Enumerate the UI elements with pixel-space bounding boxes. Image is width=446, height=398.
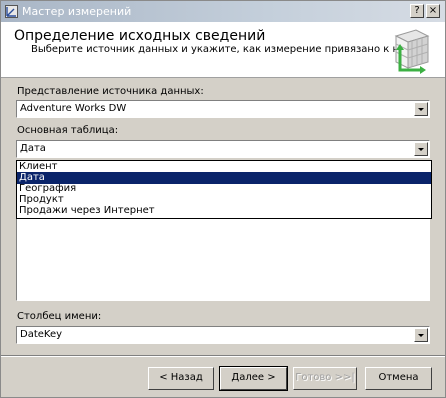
dropdown-option[interactable]: Продажи через Интернет: [17, 205, 431, 217]
data-source-label: Представление источника данных:: [17, 86, 204, 97]
main-table-combo[interactable]: Дата: [16, 140, 430, 158]
next-button[interactable]: Далее >: [219, 366, 288, 391]
window-title: Мастер измерений: [22, 5, 132, 18]
data-source-combo[interactable]: Adventure Works DW: [16, 100, 430, 118]
chevron-down-icon: [418, 148, 424, 151]
back-button[interactable]: < Назад: [148, 367, 214, 390]
dimension-wizard-window: Мастер измерений ? × Определение исходны…: [0, 0, 446, 398]
page-subtitle: Выберите источник данных и укажите, как …: [31, 44, 422, 55]
main-table-value: Дата: [20, 143, 46, 154]
name-column-combo[interactable]: DateKey: [16, 326, 430, 344]
main-table-label: Основная таблица:: [17, 125, 119, 136]
wizard-header: Определение исходных сведений Выберите и…: [1, 22, 445, 78]
chevron-down-icon: [418, 334, 424, 337]
data-source-value: Adventure Works DW: [20, 103, 127, 114]
cancel-button[interactable]: Отмена: [365, 367, 432, 390]
key-columns-list[interactable]: [16, 219, 430, 301]
title-bar[interactable]: Мастер измерений ? ×: [1, 1, 445, 22]
main-table-dropdown-button[interactable]: [414, 142, 428, 156]
chevron-down-icon: [418, 108, 424, 111]
footer-separator: [1, 355, 445, 357]
close-title-button[interactable]: ×: [426, 4, 440, 18]
name-column-value: DateKey: [20, 329, 63, 340]
wizard-app-icon: [5, 5, 18, 18]
main-table-dropdown-list[interactable]: Клиент Дата География Продукт Продажи че…: [16, 160, 432, 219]
dimension-cube-icon: [394, 29, 430, 74]
page-title: Определение исходных сведений: [14, 28, 266, 44]
finish-button[interactable]: Готово >>|: [293, 367, 357, 390]
name-column-dropdown-button[interactable]: [414, 328, 428, 342]
name-column-label: Столбец имени:: [17, 311, 102, 322]
help-title-button[interactable]: ?: [410, 4, 424, 18]
data-source-dropdown-button[interactable]: [414, 102, 428, 116]
